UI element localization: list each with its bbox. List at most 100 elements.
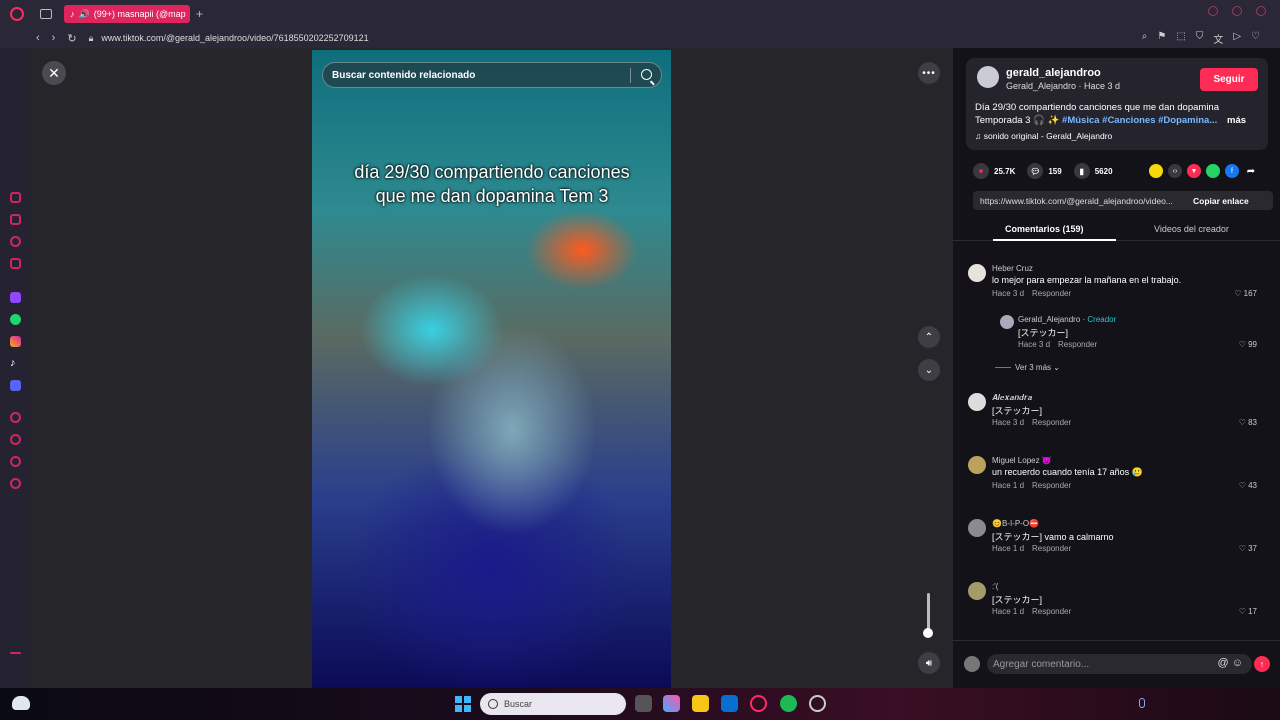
avatar[interactable] (968, 393, 986, 411)
url-field[interactable]: www.tiktok.com/@gerald_alejandroo/video/… (101, 33, 368, 43)
author-username[interactable]: gerald_alejandroo (1006, 67, 1101, 79)
store-icon[interactable] (721, 695, 738, 712)
comment-like-button[interactable]: ♡ 17 (1239, 607, 1257, 616)
lock-icon[interactable]: 🔒︎ (89, 33, 94, 44)
twitch-icon[interactable] (10, 292, 21, 303)
shield-icon[interactable]: ⛉ (1196, 31, 1204, 46)
sidebar-app-icon[interactable] (10, 236, 21, 247)
comment-author[interactable]: Gerald_Alejandro · Creador (1018, 315, 1116, 324)
sidebar-app-icon[interactable] (10, 192, 21, 203)
sidebar-app-icon[interactable] (10, 214, 21, 225)
file-explorer-icon[interactable] (692, 695, 709, 712)
mute-button[interactable]: 🔊︎ (918, 652, 940, 674)
mention-emoji-icons[interactable]: @ ☺ (1218, 657, 1243, 669)
share-link-field[interactable]: https://www.tiktok.com/@gerald_alejandro… (973, 196, 1183, 206)
sidebar-app-icon[interactable] (10, 478, 21, 489)
comment-author[interactable]: 😊B-I-P-O⛔ (992, 519, 1039, 528)
instagram-icon[interactable] (10, 336, 21, 347)
related-search-input[interactable]: Buscar contenido relacionado (322, 62, 662, 88)
hashtags[interactable]: #Música #Canciones #Dopamina... (1062, 115, 1217, 126)
comment-author[interactable]: 𝑨𝒍𝒆𝒙𝒂𝒏𝒅𝒓𝒂 (992, 393, 1032, 403)
see-more-link[interactable]: más (1227, 114, 1246, 127)
follow-button[interactable]: Seguir (1200, 68, 1258, 91)
screenshot-icon[interactable]: ⬚ (1176, 31, 1185, 46)
share-yellow-icon[interactable] (1149, 164, 1163, 178)
like-button[interactable]: ♥ 25.7K (973, 163, 1015, 179)
comment-like-button[interactable]: ♡ 37 (1239, 544, 1257, 553)
sidebar-app-icon[interactable] (10, 434, 21, 445)
opera-gx-icon[interactable] (750, 695, 767, 712)
reload-icon[interactable]: ↻ (67, 32, 76, 45)
close-video-button[interactable]: ✕ (42, 61, 66, 85)
microphone-icon[interactable] (1139, 698, 1145, 708)
send-comment-button[interactable]: ↑ (1254, 656, 1270, 672)
sidebar-app-icon[interactable] (10, 456, 21, 467)
task-view-icon[interactable] (635, 695, 652, 712)
weather-icon[interactable] (12, 696, 30, 710)
tab-creator-videos[interactable]: Videos del creador (1154, 224, 1229, 234)
avatar[interactable] (977, 66, 999, 88)
reply-button[interactable]: Responder (1032, 481, 1071, 490)
more-options-button[interactable]: ••• (918, 62, 940, 84)
reply-button[interactable]: Responder (1032, 607, 1071, 616)
send-icon[interactable]: ▷ (1233, 31, 1241, 46)
start-button[interactable] (455, 696, 471, 712)
avatar[interactable] (968, 264, 986, 282)
facebook-share-icon[interactable]: f (1225, 164, 1239, 178)
tiktok-icon[interactable]: ♪ (10, 358, 21, 369)
sidebar-more-icon[interactable] (10, 652, 21, 654)
taskbar-search-input[interactable]: Buscar (480, 693, 626, 715)
search-icon[interactable] (641, 69, 652, 80)
forward-share-icon[interactable]: ➦ (1244, 164, 1258, 178)
previous-video-button[interactable]: ⌃ (918, 326, 940, 348)
sound-link[interactable]: ♫ sonido original - Gerald_Alejandro (975, 131, 1112, 141)
comment-author[interactable]: Heber Cruz (992, 264, 1033, 273)
save-button[interactable]: ▮ 5620 (1073, 163, 1113, 179)
app-icon[interactable] (809, 695, 826, 712)
copilot-icon[interactable] (663, 695, 680, 712)
new-tab-button[interactable]: + (196, 7, 203, 21)
back-icon[interactable]: ‹ (36, 32, 40, 45)
copy-link-button[interactable]: Copiar enlace (1183, 196, 1249, 206)
sidebar-app-icon[interactable] (10, 412, 21, 423)
view-more-replies-button[interactable]: Ver 3 más ⌄ (995, 363, 1060, 372)
avatar[interactable] (968, 582, 986, 600)
browser-tab-tiktok[interactable]: ♪ 🔊 (99+) masnapii (@map (64, 5, 190, 23)
comment-like-button[interactable]: ♡ 43 (1239, 481, 1257, 490)
close-window-button[interactable] (1256, 6, 1266, 16)
maximize-button[interactable] (1232, 6, 1242, 16)
comment-like-button[interactable]: ♡ 99 (1239, 340, 1257, 349)
forward-icon[interactable]: › (52, 32, 56, 45)
reply-button[interactable]: Responder (1032, 544, 1071, 553)
whatsapp-share-icon[interactable] (1206, 164, 1220, 178)
tab-comments[interactable]: Comentarios (159) (1005, 224, 1084, 234)
zoom-icon[interactable]: ⌕ (1142, 31, 1148, 46)
minimize-button[interactable] (1208, 6, 1218, 16)
translate-icon[interactable]: 文 (1213, 31, 1223, 46)
whatsapp-icon[interactable] (10, 314, 21, 325)
comment-author[interactable]: :'( (992, 582, 998, 591)
bookmark-icon[interactable]: ⚑ (1157, 31, 1166, 46)
comment-input[interactable]: Agregar comentario... @ ☺ (987, 654, 1252, 674)
comment-author[interactable]: Miguel Lopez 😈 (992, 456, 1052, 465)
reply-button[interactable]: Responder (1032, 289, 1071, 298)
spotify-icon[interactable] (780, 695, 797, 712)
next-video-button[interactable]: ⌄ (918, 359, 940, 381)
comment-like-button[interactable]: ♡ 83 (1239, 418, 1257, 427)
avatar[interactable] (1000, 315, 1014, 329)
reply-button[interactable]: Responder (1058, 340, 1097, 349)
avatar[interactable] (968, 456, 986, 474)
volume-slider-handle[interactable] (923, 628, 933, 638)
friends-share-icon[interactable]: ▼ (1187, 164, 1201, 178)
discord-icon[interactable] (10, 380, 21, 391)
embed-icon[interactable]: ‹› (1168, 164, 1182, 178)
heart-icon[interactable]: ♡ (1251, 31, 1260, 46)
comment-button[interactable]: 💬︎ 159 (1027, 163, 1062, 179)
reply-button[interactable]: Responder (1032, 418, 1071, 427)
workspaces-icon[interactable] (40, 9, 52, 19)
browser-logo-icon[interactable] (10, 7, 24, 21)
video-player[interactable]: Buscar contenido relacionado día 29/30 c… (312, 50, 671, 688)
avatar[interactable] (968, 519, 986, 537)
comment-like-button[interactable]: ♡ 167 (1234, 289, 1257, 298)
speaker-icon[interactable]: 🔊 (79, 9, 90, 20)
